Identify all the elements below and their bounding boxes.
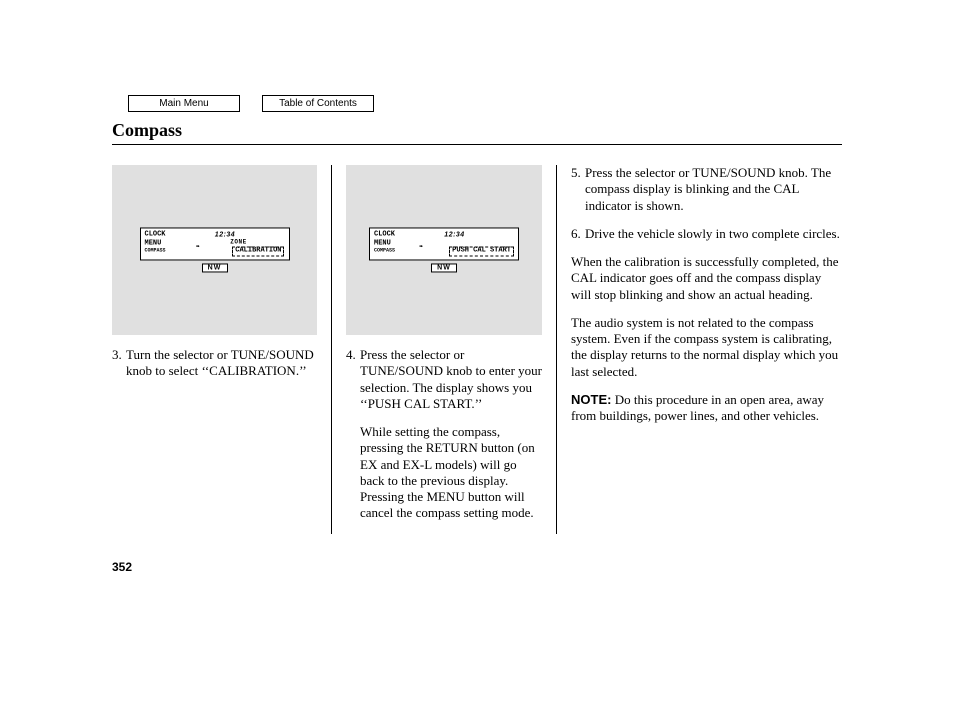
content-columns: CLOCK 12:34 MENU COMPASS ➠ ZONE: [112, 165, 842, 534]
step-number: 3.: [112, 347, 126, 380]
illustration-push-cal: CLOCK 12:34 MENU COMPASS ➠: [346, 165, 542, 335]
compass-label: COMPASS: [374, 248, 395, 254]
direction-badge: NW: [431, 264, 457, 273]
lcd-display: CLOCK 12:34 MENU COMPASS ➠: [369, 227, 519, 260]
step-number: 5.: [571, 165, 585, 214]
note-label: NOTE:: [571, 392, 611, 407]
lcd-display: CLOCK 12:34 MENU COMPASS ➠ ZONE: [140, 227, 290, 260]
zone-label: ZONE: [230, 238, 246, 245]
knob-icon: ➠: [196, 244, 200, 252]
step-text: Press the selector or TUNE/SOUND knob to…: [360, 347, 542, 412]
step-text: Turn the selector or TUNE/SOUND knob to …: [126, 347, 317, 380]
audio-system-paragraph: The audio system is not related to the c…: [571, 315, 842, 380]
step-6: 6. Drive the vehicle slowly in two compl…: [571, 226, 842, 242]
clock-time: 12:34: [444, 231, 464, 239]
step-text: Press the selector or TUNE/SOUND knob. T…: [585, 165, 842, 214]
manual-page: Main Menu Table of Contents Compass CLOC…: [112, 95, 842, 534]
direction-badge: NW: [202, 264, 228, 273]
step-number: 6.: [571, 226, 585, 242]
compass-label: COMPASS: [145, 248, 166, 254]
step-4: 4. Press the selector or TUNE/SOUND knob…: [346, 347, 542, 412]
completion-paragraph: When the calibration is successfully com…: [571, 254, 842, 303]
step-3: 3. Turn the selector or TUNE/SOUND knob …: [112, 347, 317, 380]
lcd-highlight: CALIBRATION: [232, 247, 284, 257]
step-4-note: While setting the compass, pressing the …: [360, 424, 542, 522]
page-title: Compass: [112, 120, 842, 145]
step-text: Drive the vehicle slowly in two complete…: [585, 226, 840, 242]
note-paragraph: NOTE: Do this procedure in an open area,…: [571, 392, 842, 425]
step-number: 4.: [346, 347, 360, 412]
page-number: 352: [112, 560, 132, 574]
clock-label: CLOCK: [145, 231, 166, 239]
main-menu-button[interactable]: Main Menu: [128, 95, 240, 112]
clock-label: CLOCK: [374, 231, 395, 239]
column-2: CLOCK 12:34 MENU COMPASS ➠: [332, 165, 557, 534]
menu-label: MENU: [374, 239, 391, 247]
column-3: 5. Press the selector or TUNE/SOUND knob…: [557, 165, 842, 534]
step-5: 5. Press the selector or TUNE/SOUND knob…: [571, 165, 842, 214]
menu-label: MENU: [145, 239, 162, 247]
lcd-highlight: PUSH CAL START: [449, 247, 514, 257]
nav-row: Main Menu Table of Contents: [128, 95, 842, 112]
illustration-calibration: CLOCK 12:34 MENU COMPASS ➠ ZONE: [112, 165, 317, 335]
toc-button[interactable]: Table of Contents: [262, 95, 374, 112]
knob-icon: ➠: [419, 244, 423, 252]
column-1: CLOCK 12:34 MENU COMPASS ➠ ZONE: [112, 165, 332, 534]
